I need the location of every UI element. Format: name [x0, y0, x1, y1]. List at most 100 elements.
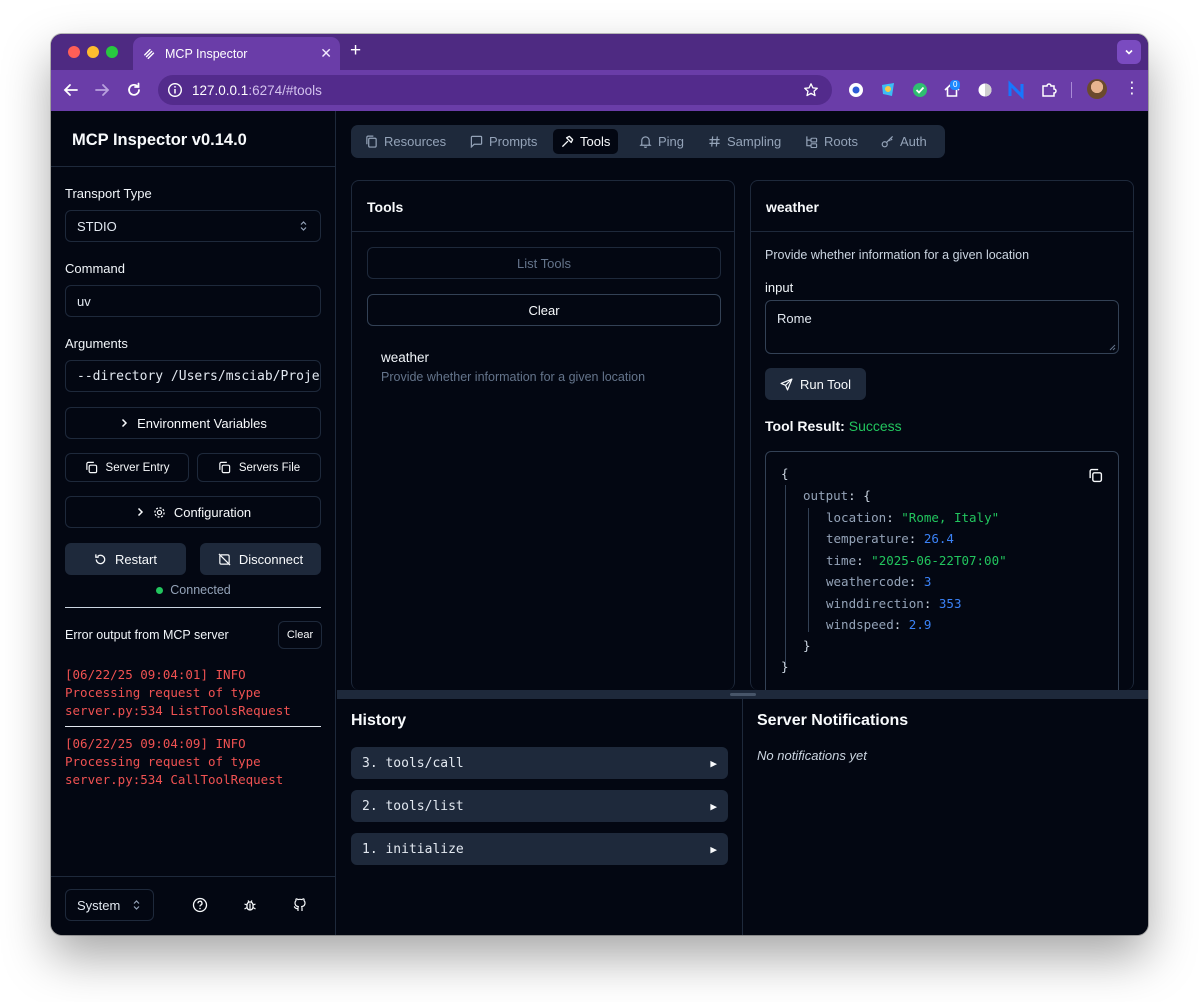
new-tab-button[interactable]: + [350, 41, 361, 61]
copy-icon[interactable] [1088, 468, 1103, 483]
run-tool-label: Run Tool [799, 376, 852, 392]
forward-icon[interactable] [93, 81, 111, 99]
maximize-window-button[interactable] [106, 46, 118, 58]
transport-type-select[interactable]: STDIO [65, 210, 321, 242]
transport-type-label: Transport Type [65, 186, 152, 201]
hammer-icon [561, 135, 574, 148]
error-clear-button[interactable]: Clear [278, 621, 322, 649]
tab-search-button[interactable] [1117, 40, 1141, 64]
clear-tools-button[interactable]: Clear [367, 294, 721, 326]
restart-label: Restart [115, 551, 157, 567]
history-item-label: 1. initialize [362, 841, 464, 857]
tool-result-label: Tool Result: [765, 418, 845, 434]
log-entry: [06/22/25 09:04:01] INFO Processing requ… [65, 667, 291, 718]
resize-splitter[interactable] [337, 690, 1148, 699]
configuration-button[interactable]: Configuration [65, 496, 321, 528]
notifications-title: Server Notifications [757, 712, 909, 729]
disconnect-label: Disconnect [238, 551, 304, 567]
toolbar-divider [1071, 82, 1072, 98]
tool-detail-header: weather [751, 181, 1133, 232]
servers-file-button[interactable]: Servers File [197, 453, 321, 482]
tab-tools[interactable]: Tools [553, 129, 619, 154]
tools-panel: Tools List Tools Clear weather Provide w… [351, 180, 735, 690]
json-field: location: "Rome, Italy" [826, 510, 1000, 525]
extension-b-icon[interactable] [878, 80, 898, 100]
browser-toolbar: 127.0.0.1:6274/#tools 0 ⋮ [51, 70, 1148, 111]
reload-icon[interactable] [125, 81, 143, 99]
chevron-right-icon [137, 507, 143, 517]
status-divider [65, 607, 321, 608]
command-value: uv [77, 293, 91, 309]
sidebar-footer-divider [51, 876, 336, 877]
tool-detail-title: weather [766, 199, 819, 215]
tab-sampling[interactable]: Sampling [700, 129, 789, 154]
site-info-icon[interactable] [167, 82, 183, 98]
tools-panel-title: Tools [367, 199, 404, 215]
extension-home[interactable]: 0 [942, 70, 966, 111]
bell-icon [639, 136, 652, 148]
tab-auth[interactable]: Auth [873, 129, 935, 154]
browser-menu-icon[interactable]: ⋮ [1124, 81, 1140, 97]
close-window-button[interactable] [68, 46, 80, 58]
json-result-viewer: { output: { location: "Rome, Italy" temp… [765, 451, 1119, 690]
resize-handle-icon[interactable] [1109, 344, 1116, 351]
command-label: Command [65, 261, 125, 276]
send-icon [780, 378, 793, 390]
run-tool-button[interactable]: Run Tool [765, 368, 866, 400]
history-item[interactable]: 1. initialize ▶ [351, 833, 728, 865]
browser-tab[interactable]: MCP Inspector ✕ [133, 37, 340, 70]
key-icon [881, 135, 894, 148]
input-value: Rome [777, 311, 812, 326]
sidebar-divider [51, 166, 336, 167]
profile-avatar[interactable] [1087, 79, 1107, 99]
extension-check-icon[interactable] [910, 80, 930, 100]
json-field: weathercode: 3 [826, 574, 932, 589]
input-textarea[interactable]: Rome [765, 300, 1119, 354]
configuration-label: Configuration [173, 504, 252, 520]
bookmark-star-icon[interactable] [803, 82, 819, 98]
resize-grip[interactable] [730, 693, 756, 696]
history-item[interactable]: 2. tools/list ▶ [351, 790, 728, 822]
json-output-line: output: { [803, 488, 871, 503]
list-tools-button[interactable]: List Tools [367, 247, 721, 279]
tool-detail-description: Provide whether information for a given … [765, 248, 1030, 262]
extension-n-icon[interactable] [1006, 80, 1026, 100]
tab-prompts[interactable]: Prompts [462, 129, 545, 154]
copy-icon [85, 461, 97, 474]
command-input[interactable]: uv [65, 285, 321, 317]
minimize-window-button[interactable] [87, 46, 99, 58]
tools-panel-header: Tools [352, 181, 734, 232]
help-icon[interactable] [192, 897, 208, 913]
tab-close-icon[interactable]: ✕ [320, 45, 332, 62]
history-item[interactable]: 3. tools/call ▶ [351, 747, 728, 779]
chevron-down-icon [1125, 49, 1133, 55]
server-entry-button[interactable]: Server Entry [65, 453, 189, 482]
tab-strip: MCP Inspector ✕ + [51, 34, 1148, 70]
arguments-input[interactable]: --directory /Users/msciab/Proje [65, 360, 321, 392]
tab-label: Tools [580, 134, 611, 149]
address-bar[interactable]: 127.0.0.1:6274/#tools [158, 75, 832, 105]
back-icon[interactable] [62, 81, 80, 99]
expand-triangle-icon: ▶ [710, 800, 717, 813]
tab-ping[interactable]: Ping [631, 129, 692, 154]
log-divider [65, 726, 321, 727]
sidebar: MCP Inspector v0.14.0 Transport Type STD… [51, 111, 336, 935]
extension-a-icon[interactable] [846, 80, 866, 100]
tool-name: weather [381, 350, 430, 365]
mcp-favicon-icon [144, 48, 155, 59]
server-entry-label: Server Entry [105, 461, 170, 474]
extension-circle-icon[interactable] [975, 80, 995, 100]
tab-label: Auth [900, 134, 927, 149]
json-indent-guide [808, 508, 809, 632]
tab-resources[interactable]: Resources [357, 129, 454, 154]
environment-variables-button[interactable]: Environment Variables [65, 407, 321, 439]
disconnect-button[interactable]: Disconnect [200, 543, 321, 575]
app-title: MCP Inspector v0.14.0 [72, 131, 247, 149]
tab-roots[interactable]: Roots [797, 129, 866, 154]
github-icon[interactable] [292, 897, 308, 913]
theme-select[interactable]: System [65, 889, 154, 921]
extensions-puzzle-icon[interactable] [1039, 80, 1059, 100]
copy-icon [219, 461, 231, 474]
restart-button[interactable]: Restart [65, 543, 186, 575]
bug-icon[interactable] [242, 897, 258, 913]
